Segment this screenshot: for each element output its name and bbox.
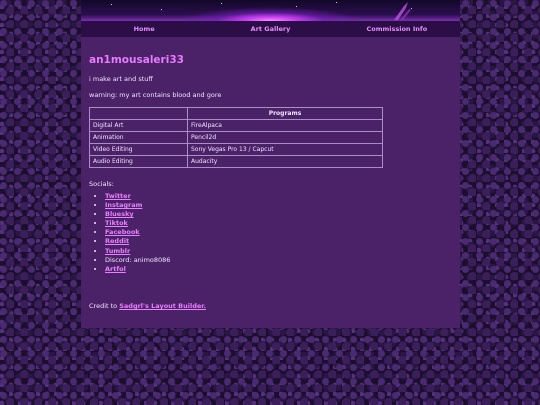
program-name-cell: Audacity <box>187 155 383 168</box>
table-row: Animation Pencil2d <box>89 131 383 144</box>
credit-line: Credit to Sadgrl's Layout Builder. <box>89 302 206 310</box>
list-item: Tumblr <box>105 247 170 256</box>
list-item: Tiktok <box>105 219 170 228</box>
list-item: Reddit <box>105 237 170 246</box>
programs-table: Programs Digital Art FireAlpaca Animatio… <box>89 107 383 168</box>
program-category-cell: Animation <box>89 131 188 144</box>
list-item: Bluesky <box>105 210 170 219</box>
list-item: Facebook <box>105 228 170 237</box>
social-link-instagram[interactable]: Instagram <box>105 201 142 209</box>
table-header-empty-cell <box>89 107 188 120</box>
program-name-cell: FireAlpaca <box>187 119 383 132</box>
program-name-cell: Sony Vegas Pro 13 / Capcut <box>187 143 383 156</box>
table-row: Audio Editing Audacity <box>89 155 383 168</box>
discord-handle: Discord: animo8086 <box>105 255 171 264</box>
bio-text: i make art and stuff <box>89 75 153 83</box>
social-link-bluesky[interactable]: Bluesky <box>105 210 134 218</box>
program-name-cell: Pencil2d <box>187 131 383 144</box>
nav-art-gallery-link[interactable]: Art Gallery <box>207 25 333 33</box>
socials-heading: Socials: <box>89 180 114 188</box>
header-banner <box>81 0 460 21</box>
page-title: an1mousaleri33 <box>89 54 184 66</box>
banner-artwork-icon <box>394 2 411 20</box>
table-row: Video Editing Sony Vegas Pro 13 / Capcut <box>89 143 383 156</box>
list-item: Twitter <box>105 192 170 201</box>
socials-list: Twitter Instagram Bluesky Tiktok Faceboo… <box>89 192 170 274</box>
main-nav: Home Art Gallery Commission Info <box>81 21 460 37</box>
table-header-row: Programs <box>89 107 383 120</box>
social-link-artfol[interactable]: Artfol <box>105 265 126 273</box>
table-header-programs: Programs <box>187 107 383 120</box>
social-link-reddit[interactable]: Reddit <box>105 237 129 245</box>
table-row: Digital Art FireAlpaca <box>89 119 383 132</box>
nav-commission-info-link[interactable]: Commission Info <box>334 25 460 33</box>
social-link-facebook[interactable]: Facebook <box>105 228 140 236</box>
credit-link[interactable]: Sadgrl's Layout Builder. <box>119 302 206 310</box>
list-item: Discord: animo8086 <box>105 256 170 265</box>
program-category-cell: Video Editing <box>89 143 188 156</box>
social-link-tumblr[interactable]: Tumblr <box>105 247 130 255</box>
warning-text: warning: my art contains blood and gore <box>89 91 222 99</box>
main-container: Home Art Gallery Commission Info an1mous… <box>81 0 460 328</box>
program-category-cell: Digital Art <box>89 119 188 132</box>
social-link-twitter[interactable]: Twitter <box>105 192 131 200</box>
program-category-cell: Audio Editing <box>89 155 188 168</box>
list-item: Instagram <box>105 201 170 210</box>
list-item: Artfol <box>105 265 170 274</box>
nav-home-link[interactable]: Home <box>81 25 207 33</box>
credit-prefix: Credit to <box>89 302 120 310</box>
social-link-tiktok[interactable]: Tiktok <box>105 219 128 227</box>
